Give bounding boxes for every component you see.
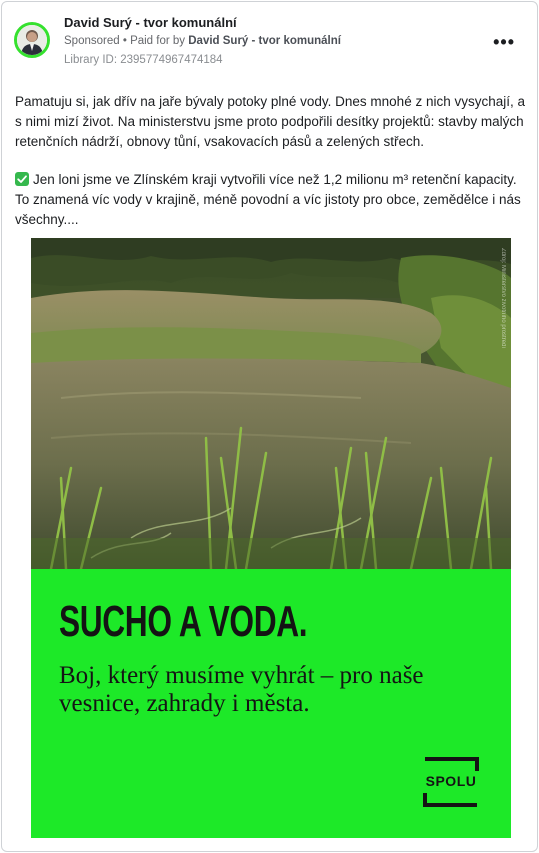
more-horizontal-icon: ••• (493, 32, 515, 52)
post-paragraph-2: Jen loni jsme ve Zlínském kraji vytvořil… (15, 172, 521, 227)
paid-for-name: David Surý - tvor komunální (188, 35, 341, 47)
separator-dot: • (122, 35, 131, 47)
ad-creative-image[interactable]: Zdroj: Ministerstvo životního prostředí … (31, 238, 511, 838)
avatar-portrait-icon (17, 25, 47, 55)
post-body: Pamatuju si, jak dřív na jaře bývaly pot… (15, 92, 531, 248)
sponsor-line: Sponsored • Paid for by David Surý - tvo… (64, 35, 341, 47)
ad-card: David Surý - tvor komunální Sponsored • … (1, 1, 538, 852)
paid-for-prefix: Paid for by (130, 35, 186, 47)
more-options-button[interactable]: ••• (493, 32, 515, 53)
post-paragraph-1: Pamatuju si, jak dřív na jaře bývaly pot… (15, 94, 525, 149)
sponsored-label: Sponsored (64, 35, 120, 47)
creative-green-panel: SUCHO A VODA. Boj, který musíme vyhrát –… (31, 569, 511, 838)
post-paragraph-2-wrapper: Jen loni jsme ve Zlínském kraji vytvořil… (15, 170, 531, 230)
check-box-icon (15, 172, 29, 186)
creative-subline: Boj, který musíme vyhrát – pro naše vesn… (59, 662, 424, 717)
spolu-logo-text: SPOLU (425, 773, 477, 789)
creative-headline: SUCHO A VODA. (59, 597, 308, 646)
page-name-link[interactable]: David Surý - tvor komunální (64, 15, 237, 30)
pond-photo (31, 238, 511, 569)
page-avatar[interactable] (14, 22, 50, 58)
library-id: Library ID: 2395774967474184 (64, 54, 223, 66)
spolu-logo: SPOLU (419, 755, 483, 809)
photo-credit: Zdroj: Ministerstvo životního prostředí (500, 248, 506, 349)
